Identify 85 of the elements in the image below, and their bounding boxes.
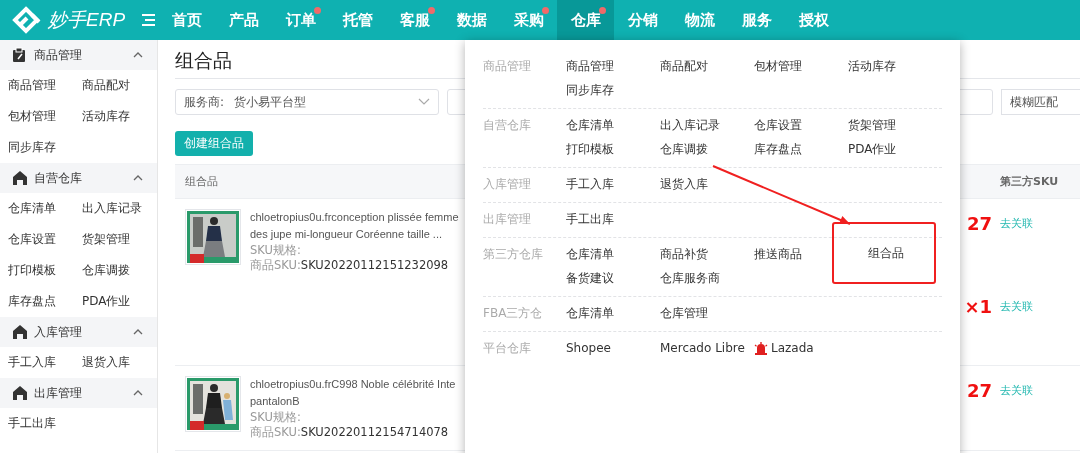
menu-item[interactable]: 出入库记录 (660, 113, 720, 137)
menu-item[interactable]: 活动库存 (848, 54, 896, 78)
sidebar-item[interactable]: 商品管理 (8, 70, 82, 101)
menu-icon[interactable] (142, 13, 155, 27)
sku-label: 商品SKU: (250, 425, 301, 439)
menu-item[interactable]: 组合品 (832, 222, 936, 284)
menu-item[interactable]: 包材管理 (754, 54, 802, 78)
menu-item[interactable]: 打印模板 (566, 137, 614, 161)
sidebar-item[interactable]: 同步库存 (8, 132, 82, 163)
sidebar-item[interactable]: 库存盘点 (8, 286, 82, 317)
sidebar-item[interactable]: 仓库清单 (8, 193, 82, 224)
section-title: 出库管理 (34, 384, 83, 402)
sidebar-section-header[interactable]: 出库管理 (0, 378, 157, 408)
provider-select[interactable]: 服务商: 货小易平台型 (175, 89, 439, 115)
section-title: 商品管理 (34, 46, 83, 64)
menu-item[interactable]: 商品补货 (660, 242, 708, 266)
sidebar-item[interactable]: PDA作业 (82, 286, 156, 317)
match-select[interactable]: 模糊匹配 (1001, 89, 1080, 115)
menu-item[interactable]: 手工入库 (566, 172, 614, 196)
column-header: 第三方SKU (1000, 174, 1060, 189)
sidebar-section-header[interactable]: 入库管理 (0, 317, 157, 347)
sidebar-item[interactable]: 仓库调拨 (82, 255, 156, 286)
sidebar-item[interactable]: 活动库存 (82, 101, 156, 132)
menu-item[interactable]: 仓库调拨 (660, 137, 708, 161)
column-header: 组合品 (185, 174, 218, 189)
sku-spec-label: SKU规格: (250, 410, 301, 425)
field-label: 服务商: (184, 93, 225, 111)
menu-group-label: 出库管理 (483, 211, 532, 228)
sidebar-item[interactable]: 退货入库 (82, 347, 156, 378)
house-icon (12, 170, 28, 186)
field-value: 货小易平台型 (234, 93, 308, 111)
sidebar-section-header[interactable]: 自营仓库 (0, 163, 157, 193)
chevron-down-icon (418, 98, 430, 106)
menu-group-label: 自营仓库 (483, 117, 532, 134)
product-name: chloetropius0u.frconception plissée femme des jupe mi-longueur Coréenne taille ... (250, 210, 459, 242)
menu-item[interactable]: Mercado Libre (660, 336, 745, 360)
sidebar-item[interactable]: 手工出库 (8, 408, 82, 439)
menu-item[interactable]: 推送商品 (754, 242, 802, 266)
sidebar-item[interactable]: 包材管理 (8, 101, 82, 132)
alarm-light-icon (754, 341, 768, 355)
menu-item[interactable]: 仓库清单 (566, 242, 614, 266)
menu-item[interactable]: 手工出库 (566, 207, 614, 231)
menu-item[interactable]: 仓库清单 (566, 301, 614, 325)
quantity: 27 (965, 380, 993, 401)
menu-item[interactable]: PDA作业 (848, 137, 897, 161)
house-icon (12, 324, 28, 340)
menu-group-label: 商品管理 (483, 58, 532, 75)
house-icon (12, 385, 28, 401)
logo-text: 妙手ERP (48, 8, 126, 32)
menu-group-label: FBA三方仓 (483, 305, 544, 322)
sidebar-item[interactable]: 打印模板 (8, 255, 82, 286)
sidebar-item[interactable]: 仓库设置 (8, 224, 82, 255)
sidebar-item[interactable]: 手工入库 (8, 347, 82, 378)
quantity: ×1 (964, 296, 993, 317)
sku-value: SKU20220112154714078 (300, 425, 449, 439)
section-title: 入库管理 (34, 323, 83, 341)
sku-value: SKU20220112151232098 (300, 258, 449, 272)
sidebar-item[interactable]: 商品配对 (82, 70, 156, 101)
clipboard-icon (12, 47, 28, 63)
product-name: chloetropius0u.frC998 Noble célébrité Inte pantalonB (250, 377, 456, 409)
quantity: 27 (965, 213, 993, 234)
menu-item[interactable]: 仓库服务商 (660, 266, 720, 290)
menu-item[interactable]: Lazada (754, 336, 814, 360)
menu-group-label: 平台仓库 (483, 340, 532, 357)
sidebar-item[interactable]: 出入库记录 (82, 193, 156, 224)
menu-item[interactable]: 商品配对 (660, 54, 708, 78)
menu-item[interactable]: 货架管理 (848, 113, 896, 137)
sidebar-section-header[interactable]: 商品管理 (0, 40, 157, 70)
menu-group-label: 第三方仓库 (483, 246, 544, 263)
menu-item[interactable]: 退货入库 (660, 172, 708, 196)
menu-item[interactable]: 备货建议 (566, 266, 614, 290)
menu-item[interactable]: 仓库管理 (660, 301, 708, 325)
menu-item[interactable]: 仓库清单 (566, 113, 614, 137)
sku-label: 商品SKU: (250, 258, 301, 272)
logo-icon (12, 6, 42, 34)
sku-spec-label: SKU规格: (250, 243, 301, 258)
menu-group-label: 入库管理 (483, 176, 532, 193)
menu-item[interactable]: 同步库存 (566, 78, 614, 102)
menu-item[interactable]: 库存盘点 (754, 137, 802, 161)
menu-item[interactable]: 仓库设置 (754, 113, 802, 137)
menu-item[interactable]: Shopee (566, 336, 611, 360)
nav-tab[interactable]: 仓库 (557, 0, 614, 40)
section-title: 自营仓库 (34, 169, 83, 187)
sidebar-item[interactable]: 货架管理 (82, 224, 156, 255)
menu-item[interactable]: 商品管理 (566, 54, 614, 78)
